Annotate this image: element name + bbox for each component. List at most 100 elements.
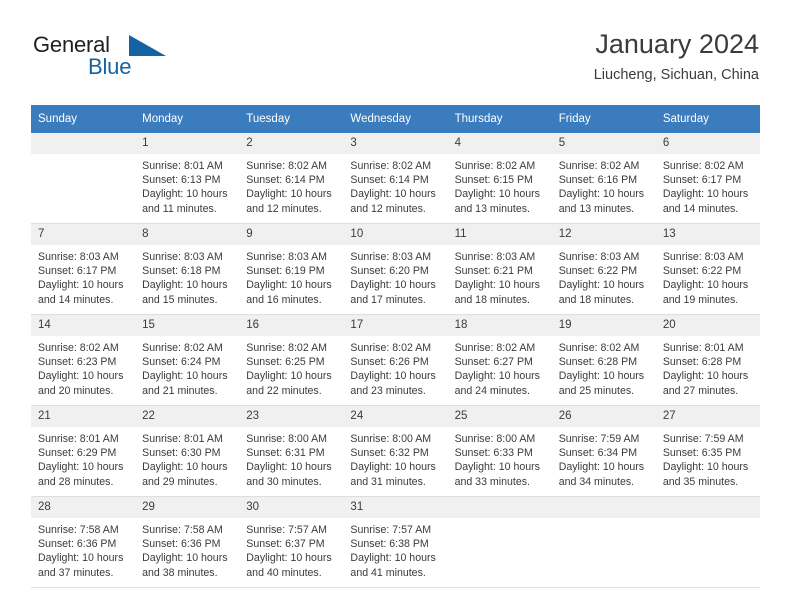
- day-number: 13: [655, 224, 760, 245]
- day-daylight2-text: and 18 minutes.: [454, 293, 530, 306]
- calendar-day-cell[interactable]: 28 Sunrise: 7:58 AM Sunset: 6:36 PM Dayligh…: [31, 496, 136, 588]
- day-daylight1-text: Daylight: 10 hours: [246, 552, 332, 565]
- calendar-table: Sunday Monday Tuesday Wednesday Thursday…: [31, 105, 760, 588]
- calendar-day-cell[interactable]: 10 Sunrise: 8:03 AM Sunset: 6:20 PM Dayligh…: [343, 223, 448, 315]
- calendar-day-cell[interactable]: 5 Sunrise: 8:02 AM Sunset: 6:16 PM Daylight…: [551, 133, 656, 224]
- day-daylight2-text: and 27 minutes.: [662, 384, 739, 397]
- day-daylight2-text: and 14 minutes.: [38, 293, 114, 306]
- day-cell-inner: 10 Sunrise: 8:03 AM Sunset: 6:20 PM Dayligh…: [343, 224, 448, 314]
- calendar-day-cell[interactable]: 25 Sunrise: 8:00 AM Sunset: 6:33 PM Dayligh…: [447, 405, 552, 497]
- calendar-day-cell[interactable]: 29 Sunrise: 7:58 AM Sunset: 6:36 PM Dayligh…: [135, 496, 240, 588]
- day-sunset-text: Sunset: 6:38 PM: [350, 538, 429, 551]
- day-sunset-text: Sunset: 6:31 PM: [246, 447, 325, 460]
- calendar-day-cell[interactable]: 1 Sunrise: 8:01 AM Sunset: 6:13 PM Daylight…: [135, 133, 240, 224]
- day-daylight2-text: and 13 minutes.: [558, 202, 635, 215]
- brand-logo[interactable]: General Blue: [33, 32, 233, 86]
- day-number: 8: [135, 224, 240, 245]
- calendar-day-cell[interactable]: 27 Sunrise: 7:59 AM Sunset: 6:35 PM Dayligh…: [655, 405, 760, 497]
- day-daylight2-text: and 25 minutes.: [558, 384, 635, 397]
- calendar-day-cell[interactable]: 2 Sunrise: 8:02 AM Sunset: 6:14 PM Daylight…: [239, 133, 344, 224]
- day-details: Sunrise: 8:02 AM Sunset: 6:23 PM Daylight:…: [31, 336, 135, 398]
- day-cell-inner: 8 Sunrise: 8:03 AM Sunset: 6:18 PM Daylight…: [135, 224, 240, 314]
- day-daylight2-text: and 23 minutes.: [350, 384, 426, 397]
- calendar-day-cell[interactable]: 11 Sunrise: 8:03 AM Sunset: 6:21 PM Dayligh…: [447, 223, 552, 315]
- calendar-page: General Blue January 2024 Liucheng, Sich…: [0, 0, 792, 612]
- day-details: Sunrise: 8:01 AM Sunset: 6:29 PM Daylight:…: [31, 427, 135, 489]
- day-daylight1-text: Daylight: 10 hours: [38, 370, 124, 383]
- calendar-day-cell[interactable]: 16 Sunrise: 8:02 AM Sunset: 6:25 PM Dayligh…: [239, 314, 344, 406]
- day-number: 25: [447, 406, 552, 427]
- day-daylight1-text: Daylight: 10 hours: [246, 461, 332, 474]
- calendar-day-cell[interactable]: 9 Sunrise: 8:03 AM Sunset: 6:19 PM Daylight…: [239, 223, 344, 315]
- calendar-day-cell[interactable]: 4 Sunrise: 8:02 AM Sunset: 6:15 PM Daylight…: [447, 133, 552, 224]
- weekday-header-wednesday: Wednesday: [343, 105, 448, 133]
- day-cell-inner: 13 Sunrise: 8:03 AM Sunset: 6:22 PM Dayligh…: [655, 224, 760, 314]
- day-details: Sunrise: 8:00 AM Sunset: 6:31 PM Daylight:…: [239, 427, 343, 489]
- calendar-day-cell[interactable]: 8 Sunrise: 8:03 AM Sunset: 6:18 PM Daylight…: [135, 223, 240, 315]
- day-daylight1-text: Daylight: 10 hours: [558, 370, 645, 383]
- day-daylight2-text: and 22 minutes.: [246, 384, 322, 397]
- calendar-day-cell[interactable]: 26 Sunrise: 7:59 AM Sunset: 6:34 PM Dayligh…: [551, 405, 656, 497]
- day-daylight2-text: and 18 minutes.: [558, 293, 635, 306]
- calendar-day-cell[interactable]: 21 Sunrise: 8:01 AM Sunset: 6:29 PM Dayligh…: [31, 405, 136, 497]
- day-sunset-text: Sunset: 6:37 PM: [246, 538, 325, 551]
- day-sunset-text: Sunset: 6:17 PM: [38, 265, 117, 278]
- day-daylight1-text: Daylight: 10 hours: [454, 188, 540, 201]
- day-sunset-text: Sunset: 6:21 PM: [454, 265, 533, 278]
- calendar-day-cell[interactable]: 12 Sunrise: 8:03 AM Sunset: 6:22 PM Dayligh…: [551, 223, 656, 315]
- day-daylight1-text: Daylight: 10 hours: [142, 279, 228, 292]
- day-sunset-text: Sunset: 6:26 PM: [350, 356, 429, 369]
- day-sunrise-text: Sunrise: 8:03 AM: [38, 251, 119, 263]
- calendar-day-cell[interactable]: 19 Sunrise: 8:02 AM Sunset: 6:28 PM Dayligh…: [551, 314, 656, 406]
- calendar-day-cell[interactable]: 20 Sunrise: 8:01 AM Sunset: 6:28 PM Dayligh…: [655, 314, 760, 406]
- calendar-day-cell[interactable]: 13 Sunrise: 8:03 AM Sunset: 6:22 PM Dayligh…: [655, 223, 760, 315]
- calendar-day-cell[interactable]: 6 Sunrise: 8:02 AM Sunset: 6:17 PM Daylight…: [655, 133, 760, 224]
- day-number: 24: [343, 406, 448, 427]
- day-daylight2-text: and 11 minutes.: [142, 202, 217, 215]
- day-sunset-text: Sunset: 6:14 PM: [350, 174, 429, 187]
- calendar-day-cell[interactable]: 24 Sunrise: 8:00 AM Sunset: 6:32 PM Dayligh…: [343, 405, 448, 497]
- calendar-day-cell[interactable]: 18 Sunrise: 8:02 AM Sunset: 6:27 PM Dayligh…: [447, 314, 552, 406]
- day-number: 7: [31, 224, 136, 245]
- day-daylight1-text: Daylight: 10 hours: [246, 370, 332, 383]
- calendar-day-cell[interactable]: 14 Sunrise: 8:02 AM Sunset: 6:23 PM Dayligh…: [31, 314, 136, 406]
- day-cell-inner: 21 Sunrise: 8:01 AM Sunset: 6:29 PM Dayligh…: [31, 406, 136, 496]
- calendar-day-cell[interactable]: 22 Sunrise: 8:01 AM Sunset: 6:30 PM Dayligh…: [135, 405, 240, 497]
- day-daylight1-text: Daylight: 10 hours: [38, 552, 124, 565]
- day-daylight2-text: and 19 minutes.: [662, 293, 739, 306]
- day-details: Sunrise: 8:02 AM Sunset: 6:28 PM Daylight:…: [552, 336, 656, 398]
- day-daylight1-text: Daylight: 10 hours: [350, 552, 436, 565]
- day-sunset-text: Sunset: 6:34 PM: [558, 447, 638, 460]
- day-cell-inner: 2 Sunrise: 8:02 AM Sunset: 6:14 PM Daylight…: [239, 133, 344, 223]
- calendar-day-cell[interactable]: 30 Sunrise: 7:57 AM Sunset: 6:37 PM Dayligh…: [239, 496, 344, 588]
- day-details: Sunrise: 8:03 AM Sunset: 6:22 PM Daylight:…: [552, 245, 656, 307]
- day-sunrise-text: Sunrise: 8:02 AM: [246, 160, 327, 172]
- calendar-header-row: Sunday Monday Tuesday Wednesday Thursday…: [31, 105, 760, 133]
- calendar-day-cell[interactable]: 15 Sunrise: 8:02 AM Sunset: 6:24 PM Dayligh…: [135, 314, 240, 406]
- calendar-day-cell[interactable]: 23 Sunrise: 8:00 AM Sunset: 6:31 PM Dayligh…: [239, 405, 344, 497]
- day-daylight1-text: Daylight: 10 hours: [662, 188, 749, 201]
- calendar-day-cell[interactable]: 7 Sunrise: 8:03 AM Sunset: 6:17 PM Daylight…: [31, 223, 136, 315]
- day-sunrise-text: Sunrise: 8:03 AM: [662, 251, 744, 263]
- day-daylight2-text: and 30 minutes.: [246, 475, 322, 488]
- day-sunset-text: Sunset: 6:29 PM: [38, 447, 117, 460]
- day-number: [31, 133, 136, 154]
- day-daylight1-text: Daylight: 10 hours: [142, 461, 228, 474]
- day-daylight2-text: and 21 minutes.: [142, 384, 218, 397]
- day-daylight1-text: Daylight: 10 hours: [350, 279, 436, 292]
- calendar-day-cell[interactable]: 17 Sunrise: 8:02 AM Sunset: 6:26 PM Dayligh…: [343, 314, 448, 406]
- day-number: 1: [135, 133, 240, 154]
- day-cell-inner: 23 Sunrise: 8:00 AM Sunset: 6:31 PM Dayligh…: [239, 406, 344, 496]
- day-sunset-text: Sunset: 6:28 PM: [558, 356, 638, 369]
- calendar-day-cell[interactable]: 3 Sunrise: 8:02 AM Sunset: 6:14 PM Daylight…: [343, 133, 448, 224]
- day-sunset-text: Sunset: 6:22 PM: [662, 265, 742, 278]
- day-cell-inner: 11 Sunrise: 8:03 AM Sunset: 6:21 PM Dayligh…: [447, 224, 552, 314]
- day-sunset-text: Sunset: 6:16 PM: [558, 174, 638, 187]
- day-sunrise-text: Sunrise: 7:59 AM: [558, 433, 640, 445]
- weekday-header-monday: Monday: [135, 105, 240, 133]
- day-number: 19: [551, 315, 656, 336]
- day-cell-inner: 20 Sunrise: 8:01 AM Sunset: 6:28 PM Dayligh…: [655, 315, 760, 405]
- calendar-day-cell[interactable]: 31 Sunrise: 7:57 AM Sunset: 6:38 PM Dayligh…: [343, 496, 448, 588]
- day-sunrise-text: Sunrise: 7:58 AM: [38, 524, 119, 536]
- day-details: Sunrise: 8:03 AM Sunset: 6:22 PM Daylight:…: [656, 245, 760, 307]
